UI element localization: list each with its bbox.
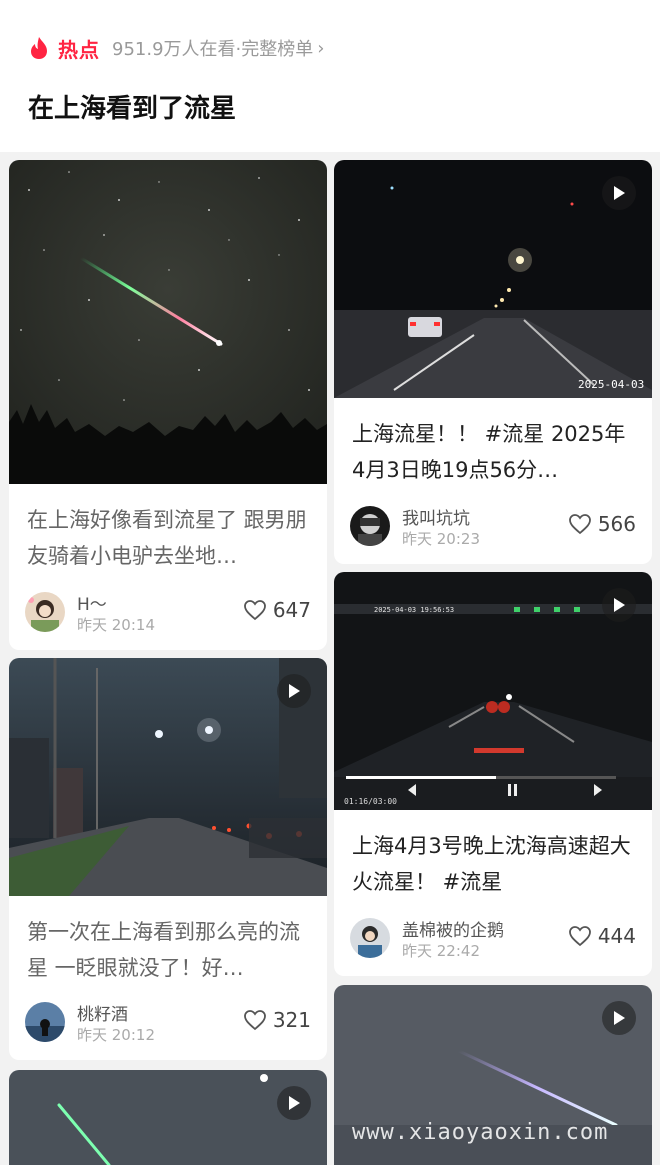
like-count: 566 (597, 512, 636, 536)
hot-meta[interactable]: 951.9万人在看·完整榜单 › (112, 35, 324, 61)
avatar[interactable] (25, 592, 65, 632)
like-button[interactable]: 444 (568, 924, 636, 948)
author-name[interactable]: H～ (77, 590, 107, 615)
play-button[interactable] (602, 176, 636, 210)
heart-icon (568, 926, 591, 947)
post-image[interactable] (9, 160, 327, 484)
post-card[interactable]: 2025-04-03 1 上海流星！！ #流星 2025年4月3日晚19点56分… (334, 160, 652, 564)
like-button[interactable]: 321 (243, 1008, 311, 1032)
post-footer: 桃籽酒 昨天 20:12 321 (25, 998, 311, 1046)
hot-meta-text: 951.9万人在看·完整榜单 (112, 39, 314, 60)
watermark: www.xiaoyaoxin.com (352, 1120, 609, 1145)
play-icon (614, 598, 625, 612)
post-card[interactable]: 在上海好像看到流星了 跟男朋友骑着小电驴去坐地… H～ 昨天 20:14 647 (9, 160, 327, 650)
heart-icon (243, 600, 266, 621)
heart-icon (568, 514, 591, 535)
post-video-thumbnail[interactable] (9, 658, 327, 896)
video-progress-time: 01:16/03:00 (344, 797, 397, 806)
post-text: 在上海好像看到流星了 跟男朋友骑着小电驴去坐地… (27, 508, 307, 568)
post-card[interactable] (9, 1070, 327, 1165)
post-time: 昨天 20:23 (402, 530, 480, 548)
hot-label: 热点 (58, 37, 100, 62)
hot-topic-row[interactable]: 热点 951.9万人在看·完整榜单 › (28, 34, 324, 62)
chevron-right-icon: › (317, 37, 325, 59)
play-icon (289, 684, 300, 698)
like-count: 444 (597, 924, 636, 948)
play-button[interactable] (277, 674, 311, 708)
author-name[interactable]: 桃籽酒 (77, 1000, 128, 1025)
avatar[interactable] (350, 506, 390, 546)
post-video-thumbnail[interactable]: 2025-04-03 1 (334, 160, 652, 398)
post-time: 昨天 20:14 (77, 616, 155, 634)
post-card[interactable]: 第一次在上海看到那么亮的流星 一眨眼就没了！好… 桃籽酒 昨天 20:12 32… (9, 658, 327, 1060)
post-text: 第一次在上海看到那么亮的流星 一眨眼就没了！好… (27, 920, 300, 980)
play-icon (614, 186, 625, 200)
like-button[interactable]: 647 (243, 598, 311, 622)
page-title: 在上海看到了流星 (28, 94, 237, 124)
post-time: 昨天 20:12 (77, 1026, 155, 1044)
avatar[interactable] (25, 1002, 65, 1042)
post-card[interactable]: 2025-04-03 19:56:53 01:16/03:00 上海4月3号晚上… (334, 572, 652, 976)
video-timestamp-overlay: 2025-04-03 19:56:53 (374, 606, 454, 614)
play-icon (289, 1096, 300, 1110)
post-text: 上海4月3号晚上沈海高速超大火流星！ #流星 (352, 834, 631, 894)
avatar[interactable] (350, 918, 390, 958)
heart-icon (243, 1010, 266, 1031)
post-video-thumbnail[interactable] (9, 1070, 327, 1165)
play-button[interactable] (602, 588, 636, 622)
author-name[interactable]: 盖棉被的企鹅 (402, 916, 504, 941)
video-timestamp-overlay: 2025-04-03 1 (578, 378, 652, 391)
flame-icon (31, 37, 47, 59)
play-button[interactable] (277, 1086, 311, 1120)
post-time: 昨天 22:42 (402, 942, 480, 960)
like-count: 647 (272, 598, 311, 622)
post-footer: 盖棉被的企鹅 昨天 22:42 444 (350, 914, 636, 962)
post-video-thumbnail[interactable]: 2025-04-03 19:56:53 01:16/03:00 (334, 572, 652, 810)
play-icon (614, 1011, 625, 1025)
like-count: 321 (272, 1008, 311, 1032)
post-text: 上海流星！！ #流星 2025年4月3日晚19点56分… (352, 422, 626, 482)
play-button[interactable] (602, 1001, 636, 1035)
like-button[interactable]: 566 (568, 512, 636, 536)
post-footer: H～ 昨天 20:14 647 (25, 588, 311, 636)
author-name[interactable]: 我叫坑坑 (402, 504, 470, 529)
post-footer: 我叫坑坑 昨天 20:23 566 (350, 502, 636, 550)
hot-topic-header: 热点 951.9万人在看·完整榜单 › 在上海看到了流星 (0, 0, 660, 152)
